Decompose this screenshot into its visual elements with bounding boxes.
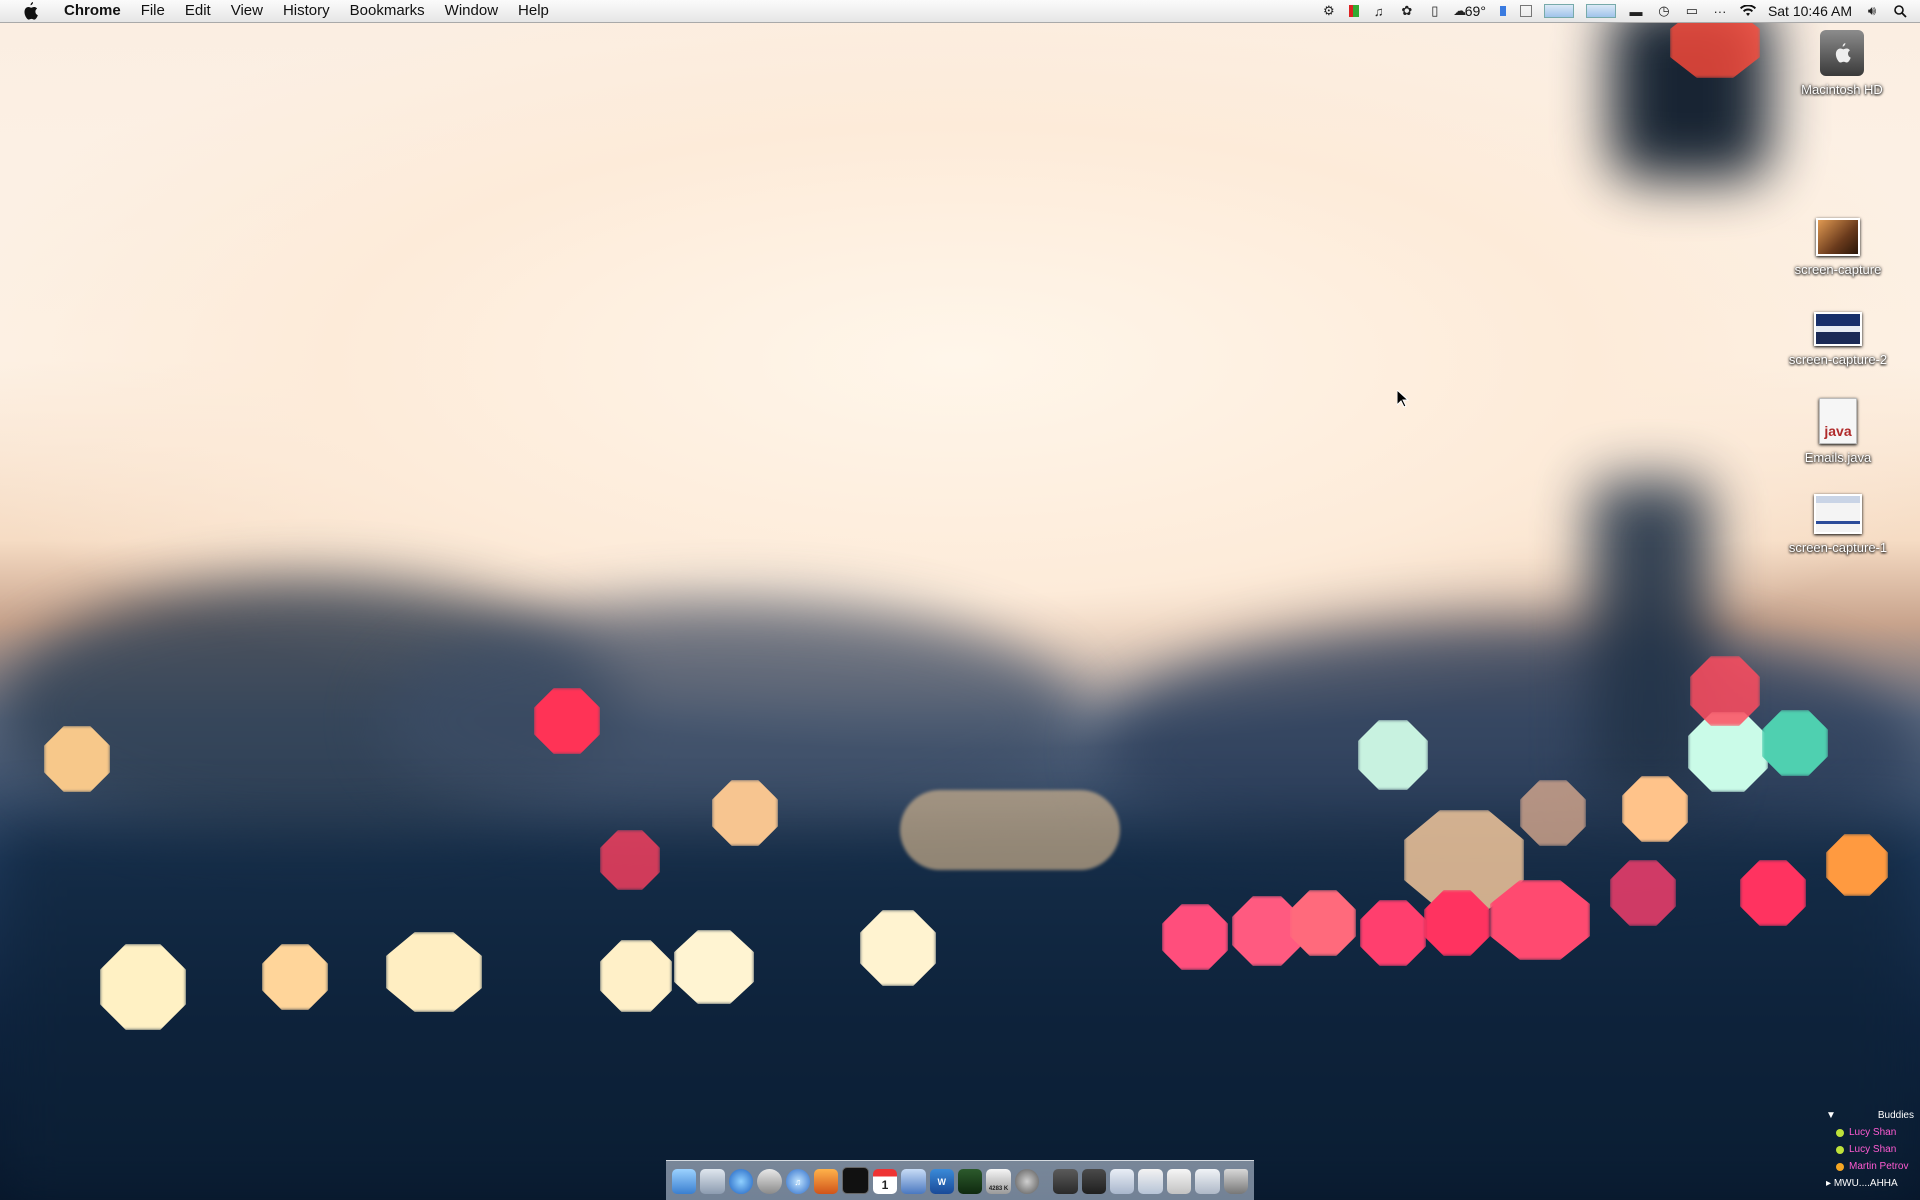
disk-graph-icon[interactable] — [1585, 4, 1616, 18]
desktop-icon-label: screen-capture-2 — [1788, 352, 1888, 367]
activity-monitor-icon[interactable]: ⚙ — [1321, 3, 1337, 18]
desktop-icon-label: screen-capture — [1794, 262, 1882, 277]
clock[interactable]: Sat 10:46 AM — [1762, 3, 1858, 19]
battery-meter-icon[interactable] — [1348, 5, 1359, 17]
document-icon[interactable] — [1110, 1169, 1135, 1194]
chat-icon[interactable]: ▬ — [1628, 4, 1644, 19]
textedit-icon[interactable]: W — [929, 1169, 954, 1194]
safari-icon[interactable] — [728, 1169, 754, 1194]
terminal-icon[interactable] — [842, 1167, 869, 1194]
buddy-group[interactable]: ▸ MWU....AHHA — [1826, 1178, 1920, 1189]
memory-icon[interactable] — [1498, 4, 1508, 18]
apple-status-icon — [1836, 1145, 1844, 1154]
calendar-icon[interactable]: 1 — [872, 1169, 898, 1194]
disclosure-triangle-icon[interactable]: ▼ — [1826, 1110, 1836, 1121]
buddy-item[interactable]: Martin Petrov — [1826, 1161, 1920, 1172]
buddies-header[interactable]: ▼ Buddies — [1826, 1110, 1920, 1121]
spotlight-icon[interactable] — [1892, 4, 1908, 18]
automator-icon[interactable] — [757, 1169, 782, 1194]
desktop-icon-label: Macintosh HD — [1801, 82, 1883, 97]
image-thumbnail-icon — [1816, 218, 1860, 256]
desktop-icon-screen-capture[interactable]: screen-capture — [1783, 218, 1893, 277]
counter-label: 4283 K — [988, 1185, 1009, 1192]
vlc-icon[interactable] — [813, 1169, 839, 1194]
network-graph-icon[interactable] — [1543, 4, 1574, 18]
desktop-icon-screen-capture-1[interactable]: screen-capture-1 — [1783, 494, 1893, 555]
music-icon[interactable]: ♫ — [1371, 4, 1387, 19]
counter-icon[interactable]: 4283 K — [986, 1169, 1011, 1194]
mouse-cursor-icon — [1396, 388, 1410, 413]
time-machine-icon[interactable]: ◷ — [1656, 3, 1672, 18]
temperature-readout[interactable]: 69° — [1465, 3, 1492, 19]
window-icon[interactable] — [1138, 1169, 1163, 1194]
buddy-item[interactable]: Lucy Shan — [1826, 1127, 1920, 1138]
menu-bookmarks[interactable]: Bookmarks — [340, 0, 435, 22]
menu-bar: Chrome File Edit View History Bookmarks … — [0, 0, 1920, 23]
system-preferences-icon[interactable] — [1014, 1169, 1040, 1194]
hard-drive-icon — [1820, 30, 1864, 76]
folder-icon[interactable] — [1053, 1169, 1078, 1194]
menu-history[interactable]: History — [273, 0, 340, 22]
activity-icon[interactable] — [958, 1169, 983, 1194]
apple-status-icon — [1836, 1162, 1844, 1171]
desktop-icon-emails-java[interactable]: java Emails.java — [1783, 398, 1893, 465]
desktop-icon-macintosh-hd[interactable]: Macintosh HD — [1787, 30, 1897, 97]
apple-menu-icon[interactable] — [20, 1, 40, 21]
status-area: ⚙ ♫ ✿ ▯ ☁ 69° ▬ ◷ ▭ ··· Sat 10:46 AM 🔊︎ — [1315, 0, 1920, 22]
preview-icon[interactable] — [901, 1169, 926, 1194]
java-file-icon: java — [1819, 398, 1857, 444]
desktop-icon-label: screen-capture-1 — [1788, 540, 1888, 555]
phone-icon[interactable]: ▯ — [1427, 3, 1443, 18]
buddy-item[interactable]: Lucy Shan — [1826, 1144, 1920, 1155]
wifi-icon[interactable] — [1739, 4, 1756, 18]
java-file-badge: java — [1824, 423, 1852, 439]
more-icon[interactable]: ··· — [1712, 4, 1728, 19]
display-icon[interactable]: ▭ — [1684, 3, 1700, 18]
volume-icon[interactable]: 🔊︎ — [1864, 3, 1880, 18]
menu-file[interactable]: File — [131, 0, 175, 22]
image-thumbnail-icon — [1814, 494, 1862, 534]
trash-icon[interactable] — [1223, 1169, 1249, 1194]
menu-window[interactable]: Window — [435, 0, 508, 22]
finder-icon[interactable] — [671, 1169, 697, 1194]
weather-icon[interactable]: ☁ — [1453, 3, 1466, 18]
buddies-title: Buddies — [1877, 1110, 1914, 1121]
menu-view[interactable]: View — [221, 0, 273, 22]
mail-icon[interactable] — [700, 1169, 725, 1194]
apple-status-icon — [1836, 1128, 1844, 1137]
window-icon-2[interactable] — [1166, 1169, 1192, 1194]
buddies-list: ▼ Buddies Lucy Shan Lucy Shan Martin Pet… — [1826, 1110, 1920, 1189]
calendar-day: 1 — [881, 1177, 889, 1192]
dock: ♫ 1 W 4283 K — [666, 1160, 1254, 1200]
desktop-icon-label: Emails.java — [1804, 450, 1872, 465]
image-thumbnail-icon — [1814, 312, 1862, 346]
desktop-icon-screen-capture-2[interactable]: screen-capture-2 — [1783, 312, 1893, 367]
app-menu-chrome[interactable]: Chrome — [54, 0, 131, 22]
cpu-icon[interactable] — [1519, 5, 1532, 17]
window-icon-3[interactable] — [1195, 1169, 1220, 1194]
menu-help[interactable]: Help — [508, 0, 559, 22]
itunes-icon[interactable]: ♫ — [785, 1169, 810, 1194]
paw-icon[interactable]: ✿ — [1399, 3, 1415, 18]
downloads-icon[interactable] — [1081, 1169, 1107, 1194]
menu-edit[interactable]: Edit — [175, 0, 221, 22]
